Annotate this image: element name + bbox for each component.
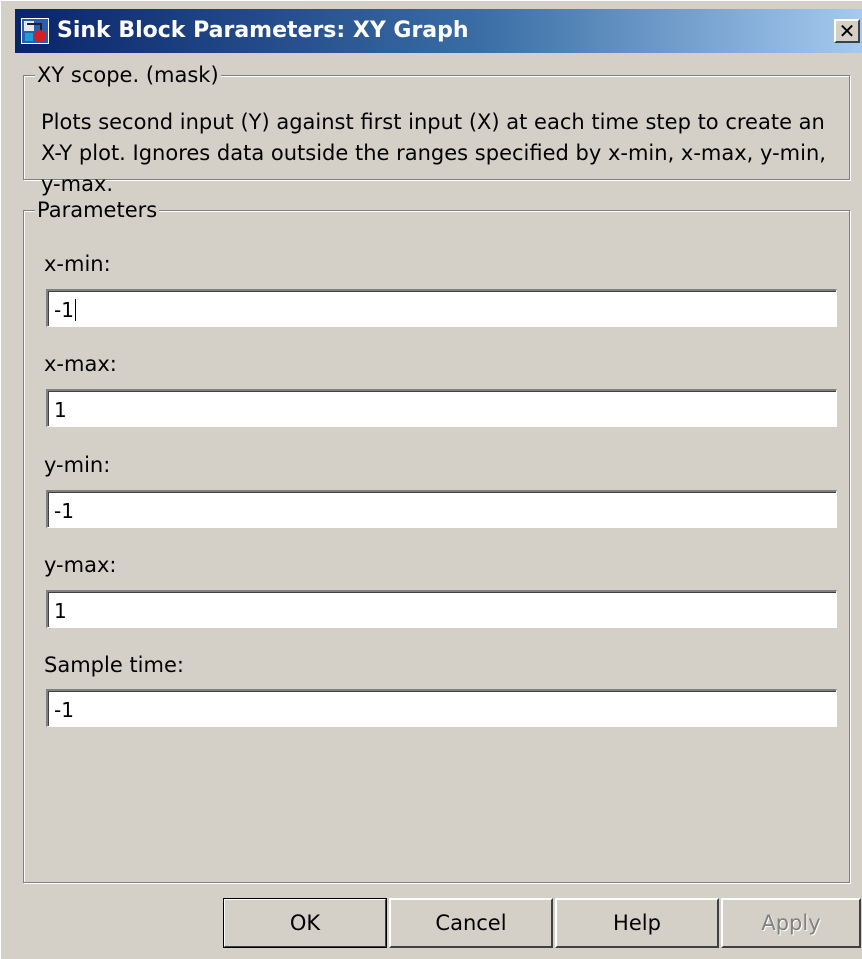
x-min-label: x-min: (44, 252, 111, 276)
help-button[interactable]: Help (555, 898, 719, 948)
y-min-field[interactable]: -1 (46, 490, 837, 528)
text-caret (74, 299, 76, 321)
close-icon: ✕ (838, 19, 856, 43)
apply-button: Apply (721, 898, 861, 948)
ok-button[interactable]: OK (223, 898, 387, 948)
simulink-block-icon (21, 18, 49, 44)
sample-time-value: -1 (54, 698, 74, 722)
window-title: Sink Block Parameters: XY Graph (57, 18, 469, 43)
title-bar[interactable]: Sink Block Parameters: XY Graph ✕ (15, 9, 862, 53)
x-max-field[interactable]: 1 (46, 389, 837, 427)
y-max-value: 1 (54, 599, 67, 623)
mask-group-legend: XY scope. (mask) (35, 63, 221, 87)
parameters-group-legend: Parameters (35, 198, 160, 222)
x-min-value: -1 (54, 298, 74, 322)
y-min-label: y-min: (44, 453, 111, 477)
sample-time-field[interactable]: -1 (46, 689, 837, 727)
mask-description: Plots second input (Y) against first inp… (41, 110, 826, 196)
close-button[interactable]: ✕ (834, 19, 860, 43)
dialog-window: Sink Block Parameters: XY Graph ✕ XY sco… (0, 0, 862, 959)
y-min-value: -1 (54, 499, 74, 523)
x-max-value: 1 (54, 398, 67, 422)
sample-time-label: Sample time: (44, 653, 184, 677)
x-max-label: x-max: (44, 352, 117, 376)
y-max-field[interactable]: 1 (46, 590, 837, 628)
x-min-field[interactable]: -1 (46, 289, 837, 327)
y-max-label: y-max: (44, 553, 117, 577)
cancel-button[interactable]: Cancel (389, 898, 553, 948)
